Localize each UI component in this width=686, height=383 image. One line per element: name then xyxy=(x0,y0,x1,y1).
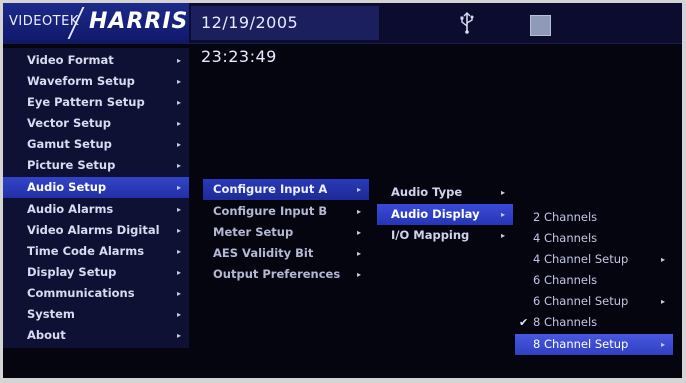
submenu-item-configure-input-b[interactable]: Configure Input B ▸ xyxy=(203,201,369,222)
menu-item-audio-alarms[interactable]: Audio Alarms ▸ xyxy=(3,199,189,220)
menu-item-label: Display Setup xyxy=(27,265,117,279)
brand-logo: VIDEOTEK HARRIS xyxy=(3,3,189,43)
menu-item-label: System xyxy=(27,307,75,321)
submenu-item-output-preferences[interactable]: Output Preferences ▸ xyxy=(203,264,369,285)
chevron-right-icon: ▸ xyxy=(176,247,181,256)
chevron-right-icon: ▸ xyxy=(176,161,181,170)
menu-item-communications[interactable]: Communications ▸ xyxy=(3,283,189,304)
chevron-right-icon: ▸ xyxy=(500,210,505,219)
chevron-right-icon: ▸ xyxy=(176,226,181,235)
chevron-right-icon: ▸ xyxy=(356,249,361,258)
chevron-right-icon: ▸ xyxy=(176,205,181,214)
menu-item-system[interactable]: System ▸ xyxy=(3,304,189,325)
menu-item-label: Video Format xyxy=(27,53,114,67)
menu-item-label: Vector Setup xyxy=(27,116,111,130)
menu-item-label: 8 Channels xyxy=(533,315,598,329)
menu-item-label: I/O Mapping xyxy=(391,228,470,242)
menu-item-label: Meter Setup xyxy=(213,225,294,239)
menu-item-label: About xyxy=(27,328,66,342)
chevron-right-icon: ▸ xyxy=(660,255,665,264)
menu-item-label: Communications xyxy=(27,286,135,300)
menu-item-label: Output Preferences xyxy=(213,267,341,281)
submenu-item-4-channel-setup[interactable]: 4 Channel Setup ▸ xyxy=(515,249,673,270)
chevron-right-icon: ▸ xyxy=(500,188,505,197)
menu-item-gamut-setup[interactable]: Gamut Setup ▸ xyxy=(3,134,189,155)
menu-item-label: 8 Channel Setup xyxy=(533,337,629,351)
chevron-right-icon: ▸ xyxy=(356,270,361,279)
chevron-right-icon: ▸ xyxy=(176,331,181,340)
submenu-item-6-channels[interactable]: 6 Channels xyxy=(515,270,673,291)
menu-item-label: Eye Pattern Setup xyxy=(27,95,145,109)
chevron-right-icon: ▸ xyxy=(176,77,181,86)
chevron-right-icon: ▸ xyxy=(176,183,181,192)
menu-item-label: Configure Input B xyxy=(213,204,328,218)
menu-item-label: AES Validity Bit xyxy=(213,246,314,260)
submenu-item-meter-setup[interactable]: Meter Setup ▸ xyxy=(203,222,369,243)
chevron-right-icon: ▸ xyxy=(176,56,181,65)
usb-icon xyxy=(460,12,474,34)
submenu-item-4-channels[interactable]: 4 Channels xyxy=(515,228,673,249)
menu-item-label: Audio Alarms xyxy=(27,202,114,216)
menu-item-label: 6 Channel Setup xyxy=(533,294,629,308)
menu-item-label: Audio Type xyxy=(391,185,463,199)
brand-videotek: VIDEOTEK xyxy=(9,14,79,29)
top-bar: VIDEOTEK HARRIS 12/19/2005 23:23:49 xyxy=(3,3,682,66)
menu-item-label: 4 Channels xyxy=(533,231,598,245)
menu-item-eye-pattern-setup[interactable]: Eye Pattern Setup ▸ xyxy=(3,92,189,113)
menu-item-label: Configure Input A xyxy=(213,182,328,196)
menu-item-label: 2 Channels xyxy=(533,210,598,224)
menu-item-about[interactable]: About ▸ xyxy=(3,325,189,346)
chevron-right-icon: ▸ xyxy=(660,297,665,306)
menu-item-label: Time Code Alarms xyxy=(27,244,145,258)
submenu-item-8-channels[interactable]: ✔ 8 Channels xyxy=(515,312,673,333)
submenu-item-configure-input-a[interactable]: Configure Input A ▸ xyxy=(203,179,369,200)
menu-item-video-format[interactable]: Video Format ▸ xyxy=(3,50,189,71)
menu-item-label: Video Alarms Digital xyxy=(27,223,160,237)
menu-item-label: Gamut Setup xyxy=(27,137,112,151)
brand-harris: HARRIS xyxy=(89,9,189,34)
submenu-item-audio-type[interactable]: Audio Type ▸ xyxy=(377,182,513,203)
menu-item-label: Picture Setup xyxy=(27,158,116,172)
menu-item-picture-setup[interactable]: Picture Setup ▸ xyxy=(3,155,189,176)
submenu-item-aes-validity-bit[interactable]: AES Validity Bit ▸ xyxy=(203,243,369,264)
chevron-right-icon: ▸ xyxy=(176,268,181,277)
menu-item-display-setup[interactable]: Display Setup ▸ xyxy=(3,262,189,283)
menu-item-waveform-setup[interactable]: Waveform Setup ▸ xyxy=(3,71,189,92)
chevron-right-icon: ▸ xyxy=(176,119,181,128)
monitor-screen: VIDEOTEK HARRIS 12/19/2005 23:23:49 Vide… xyxy=(3,3,682,378)
chevron-right-icon: ▸ xyxy=(176,140,181,149)
menu-item-video-alarms-digital[interactable]: Video Alarms Digital ▸ xyxy=(3,220,189,241)
submenu-item-2-channels[interactable]: 2 Channels xyxy=(515,207,673,228)
chevron-right-icon: ▸ xyxy=(356,185,361,194)
menu-item-label: 4 Channel Setup xyxy=(533,252,629,266)
submenu-item-audio-display[interactable]: Audio Display ▸ xyxy=(377,204,513,225)
checkmark-icon: ✔ xyxy=(519,316,529,329)
chevron-right-icon: ▸ xyxy=(176,98,181,107)
menu-item-label: 6 Channels xyxy=(533,273,598,287)
chevron-right-icon: ▸ xyxy=(356,207,361,216)
submenu-item-6-channel-setup[interactable]: 6 Channel Setup ▸ xyxy=(515,291,673,312)
menu-item-label: Waveform Setup xyxy=(27,74,135,88)
menu-item-vector-setup[interactable]: Vector Setup ▸ xyxy=(3,113,189,134)
status-square-icon[interactable] xyxy=(530,15,551,36)
menu-item-label: Audio Display xyxy=(391,207,480,221)
menu-item-audio-setup[interactable]: Audio Setup ▸ xyxy=(3,177,189,198)
chevron-right-icon: ▸ xyxy=(660,340,665,349)
submenu-item-io-mapping[interactable]: I/O Mapping ▸ xyxy=(377,225,513,246)
submenu-item-8-channel-setup[interactable]: 8 Channel Setup ▸ xyxy=(515,334,673,355)
menu-item-label: Audio Setup xyxy=(27,180,107,194)
datetime-display: 12/19/2005 23:23:49 xyxy=(191,6,379,66)
chevron-right-icon: ▸ xyxy=(176,310,181,319)
chevron-right-icon: ▸ xyxy=(500,231,505,240)
chevron-right-icon: ▸ xyxy=(176,289,181,298)
menu-item-time-code-alarms[interactable]: Time Code Alarms ▸ xyxy=(3,241,189,262)
chevron-right-icon: ▸ xyxy=(356,228,361,237)
